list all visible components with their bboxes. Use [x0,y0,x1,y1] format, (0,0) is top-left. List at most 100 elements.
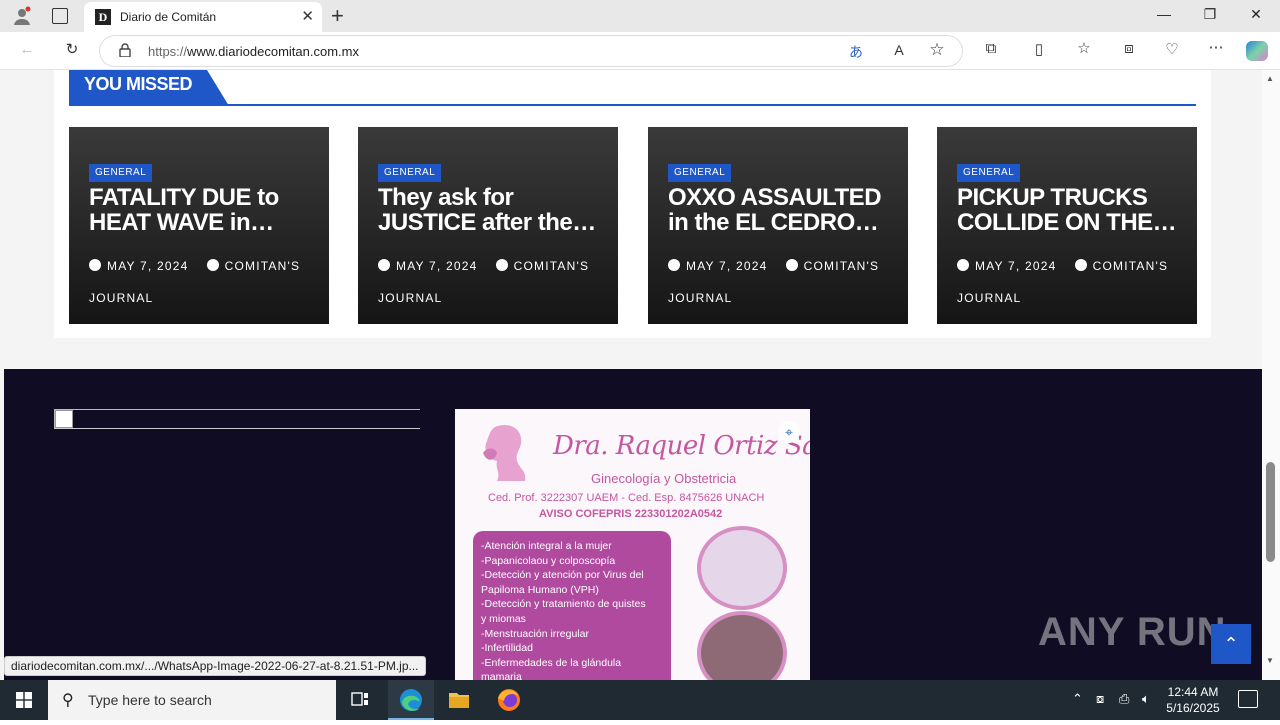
minimize-icon[interactable]: — [1154,6,1174,26]
scroll-up-icon[interactable]: ▲ [1266,74,1274,83]
favorites-icon[interactable]: ☆ [1073,39,1095,57]
url-text: https://www.diariodecomitan.com.mx [148,44,359,59]
firefox-icon[interactable] [486,680,532,720]
news-card[interactable]: GENERAL FATALITY DUE to HEAT WAVE in… MA… [69,127,329,324]
user-icon [1074,259,1087,271]
category-badge[interactable]: GENERAL [668,164,732,182]
card-meta: MAY 7, 2024 COMITAN'S JOURNAL [89,250,319,314]
scroll-to-top-button[interactable]: ⌃ [1211,624,1251,664]
address-bar[interactable]: https://www.diariodecomitan.com.mx あ A ☆ [100,36,962,66]
translate-icon[interactable]: あ [845,42,867,62]
user-icon [785,259,798,271]
broken-image-icon [55,410,73,428]
read-aloud-icon[interactable]: A [888,42,910,58]
ad-service: -Infertilidad [481,642,533,655]
browser-toolbar: ← ↻ https://www.diariodecomitan.com.mx あ… [0,32,1280,70]
ad-service: mamaria [481,671,522,680]
file-explorer-icon[interactable] [436,680,482,720]
section-title: YOU MISSED [84,74,193,94]
new-tab-icon[interactable]: + [331,3,344,29]
category-badge[interactable]: GENERAL [378,164,442,182]
news-card[interactable]: GENERAL OXXO ASSAULTED in the EL CEDRO… … [648,127,908,324]
card-date[interactable]: MAY 7, 2024 [396,259,477,273]
start-button[interactable] [0,680,48,720]
browser-titlebar: D Diario de Comitán ✕ + — ❐ ✕ [0,0,1280,32]
tab-diario-de-comitan[interactable]: D Diario de Comitán ✕ [84,2,322,32]
ad-service: y miomas [481,612,526,625]
favorite-star-icon[interactable]: ☆ [926,40,948,60]
section-divider [69,104,1196,106]
split-screen-icon[interactable]: ▯ [1028,40,1050,58]
windows-logo-icon [16,692,32,708]
ad-service: -Enfermedades de la glándula [481,656,622,669]
card-headline[interactable]: FATALITY DUE to HEAT WAVE in… [89,185,314,235]
broken-image[interactable] [54,409,420,429]
ad-photo-ultrasound [697,611,787,680]
back-icon[interactable]: ← [16,41,38,58]
taskbar-clock[interactable]: 12:44 AM 5/16/2025 [1160,684,1226,716]
taskbar-search-box[interactable]: ⚲ Type here to search [48,680,336,720]
card-headline[interactable]: They ask for JUSTICE after the… [378,185,603,235]
anyrun-watermark: ANY RUN [1038,610,1227,654]
volume-icon[interactable]: 🔈︎ [1142,691,1150,707]
page-viewport: YOU MISSED GENERAL FATALITY DUE to HEAT … [0,70,1262,680]
card-meta: MAY 7, 2024 COMITAN'S JOURNAL [957,250,1187,314]
card-date[interactable]: MAY 7, 2024 [975,259,1056,273]
woman-silhouette-logo [483,424,526,481]
lock-icon[interactable] [119,43,131,58]
news-card[interactable]: GENERAL PICKUP TRUCKS COLLIDE ON THE… MA… [937,127,1197,324]
card-headline[interactable]: OXXO ASSAULTED in the EL CEDRO… [668,185,893,235]
ad-doctor-name: Dra. Raquel Ortiz Santos [553,431,810,461]
extensions-icon[interactable]: ⧉ [980,40,1002,57]
clock-time: 12:44 AM [1167,685,1219,699]
task-view-icon[interactable] [337,680,383,720]
clock-icon [89,259,101,271]
refresh-icon[interactable]: ↻ [61,40,83,58]
edge-taskbar-icon[interactable] [388,680,434,720]
device-icon[interactable]: ⧇ [1096,691,1104,707]
visual-search-icon[interactable]: ⌖ [778,421,800,443]
show-hidden-icons-icon[interactable]: ⌃ [1072,691,1083,707]
notifications-icon[interactable] [1238,690,1258,708]
doctor-ad-banner[interactable]: Dra. Raquel Ortiz Santos Ginecología y O… [455,409,810,680]
tab-title: Diario de Comitán [120,10,217,24]
card-meta: MAY 7, 2024 COMITAN'S JOURNAL [668,250,898,314]
clock-icon [957,259,969,271]
copilot-icon[interactable] [1246,41,1268,61]
close-tab-icon[interactable]: ✕ [301,7,314,25]
card-date[interactable]: MAY 7, 2024 [686,259,767,273]
browser-essentials-icon[interactable]: ♡ [1161,40,1183,58]
card-headline[interactable]: PICKUP TRUCKS COLLIDE ON THE… [957,185,1182,235]
clock-icon [378,259,390,271]
ad-service: -Atención integral a la mujer [481,540,612,552]
search-icon: ⚲ [62,692,74,709]
ad-specialty: Ginecología y Obstetricia [591,471,737,486]
ad-photo-colposcope [697,526,787,610]
card-meta: MAY 7, 2024 COMITAN'S JOURNAL [378,250,608,314]
ad-service: Papiloma Humano (VPH) [481,583,599,596]
user-icon [495,259,508,271]
clock-date: 5/16/2025 [1166,701,1220,715]
network-icon[interactable]: ⎙ [1119,691,1129,707]
page-scrollbar[interactable]: ▲ ▼ [1262,70,1280,680]
collections-icon[interactable]: ⧈ [1118,40,1140,57]
ad-service: -Detección y atención por Virus del [481,569,644,582]
site-favicon: D [95,9,111,25]
card-date[interactable]: MAY 7, 2024 [107,259,188,273]
scroll-down-icon[interactable]: ▼ [1266,656,1274,665]
restore-icon[interactable]: ❐ [1200,6,1220,26]
profile-icon[interactable] [12,6,32,26]
ad-credentials: Ced. Prof. 3222307 UAEM - Ced. Esp. 8475… [488,492,765,504]
ad-service: -Detección y tratamiento de quistes [481,598,646,611]
search-placeholder: Type here to search [88,692,212,708]
close-window-icon[interactable]: ✕ [1246,6,1266,26]
more-menu-icon[interactable]: ⋯ [1205,38,1227,56]
scrollbar-thumb[interactable] [1266,462,1275,562]
category-badge[interactable]: GENERAL [89,164,153,182]
user-icon [206,259,219,271]
ad-service: -Papanicolaou y colposcopía [481,554,616,567]
news-card[interactable]: GENERAL They ask for JUSTICE after the… … [358,127,618,324]
category-badge[interactable]: GENERAL [957,164,1021,182]
status-bar-link: diariodecomitan.com.mx/.../WhatsApp-Imag… [4,656,426,676]
tab-actions-icon[interactable] [52,8,68,24]
